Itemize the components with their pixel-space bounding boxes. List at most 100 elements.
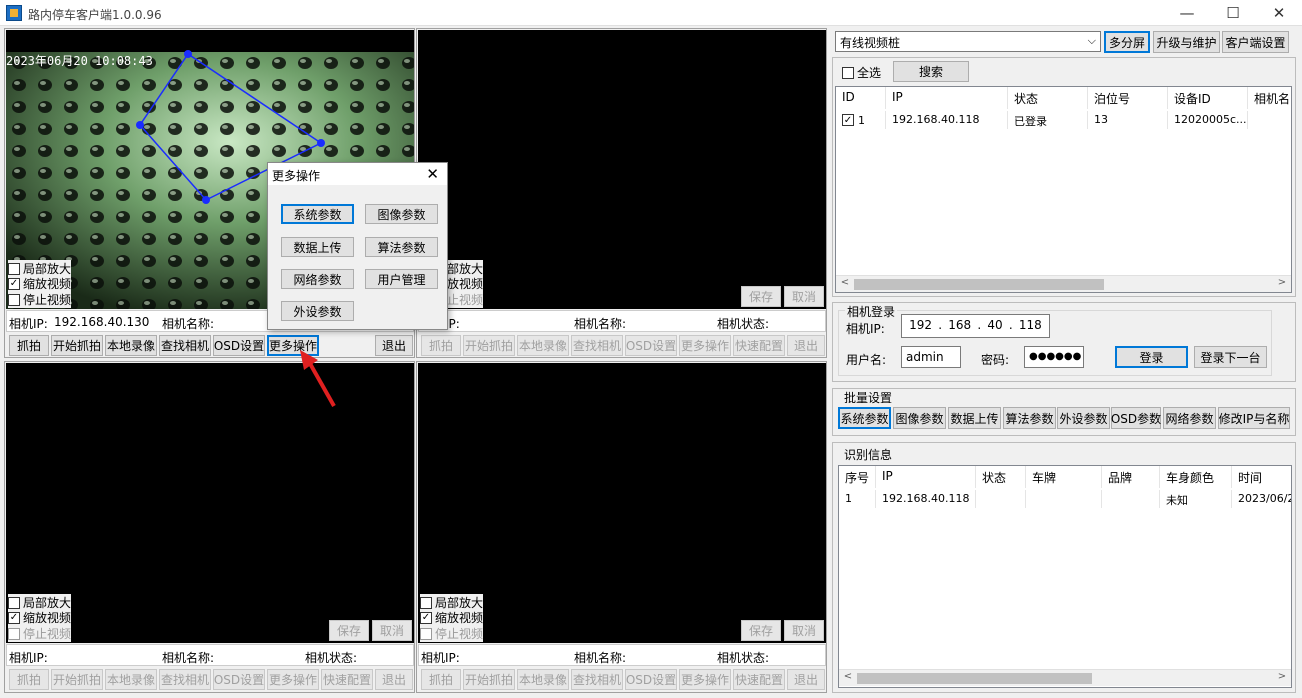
column-header[interactable]: 车牌 xyxy=(1026,466,1102,488)
scroll-left-icon[interactable]: < xyxy=(838,277,852,291)
exit-button-3[interactable]: 退出 xyxy=(375,669,413,690)
recog-group-title: 识别信息 xyxy=(842,446,895,463)
upgrade-button[interactable]: 升级与维护 xyxy=(1153,31,1220,53)
peripheral-params-button[interactable]: 外设参数 xyxy=(281,301,354,321)
multiscreen-button[interactable]: 多分屏 xyxy=(1104,31,1150,53)
username-input[interactable]: admin xyxy=(901,346,961,368)
video-pane-4: 局部放大 ✓ 缩放视频 停止视频 保存 取消 相机IP: 相机名称: 相机状态: … xyxy=(416,361,827,693)
scale-checkbox-1[interactable]: ✓ 缩放视频 xyxy=(8,275,72,292)
device-table: ID IP 状态 泊位号 设备ID 相机名 ✓ 1 192.168.40.118 … xyxy=(835,86,1292,293)
save-button-4[interactable]: 保存 xyxy=(741,620,781,641)
data-upload-button[interactable]: 数据上传 xyxy=(281,237,354,257)
column-header[interactable]: 状态 xyxy=(976,466,1026,488)
camera-name-label: 相机名称: xyxy=(162,651,215,665)
more-ops-button-3[interactable]: 更多操作 xyxy=(267,669,319,690)
stop-checkbox-3[interactable]: 停止视频 xyxy=(8,625,72,642)
batch-modify-ip-name-button[interactable]: 修改IP与名称 xyxy=(1218,407,1290,429)
local-record-button-1[interactable]: 本地录像 xyxy=(105,335,157,356)
quick-config-button-4[interactable]: 快速配置 xyxy=(733,669,785,690)
column-header[interactable]: 相机名 xyxy=(1248,87,1291,109)
maximize-button[interactable]: ☐ xyxy=(1210,0,1256,26)
algo-params-button[interactable]: 算法参数 xyxy=(365,237,438,257)
horizontal-scrollbar[interactable]: < > xyxy=(839,669,1291,686)
scale-checkbox-4[interactable]: ✓ 缩放视频 xyxy=(420,609,484,626)
find-camera-button-3[interactable]: 查找相机 xyxy=(159,669,211,690)
cancel-button-3[interactable]: 取消 xyxy=(372,620,412,641)
column-header[interactable]: 设备ID xyxy=(1168,87,1248,109)
capture-button-3[interactable]: 抓拍 xyxy=(9,669,49,690)
column-header[interactable]: ID xyxy=(836,87,886,109)
client-settings-button[interactable]: 客户端设置 xyxy=(1222,31,1289,53)
osd-settings-button-3[interactable]: OSD设置 xyxy=(213,669,265,690)
save-button-3[interactable]: 保存 xyxy=(329,620,369,641)
batch-network-params-button[interactable]: 网络参数 xyxy=(1163,407,1216,429)
column-header[interactable]: 序号 xyxy=(839,466,876,488)
stop-checkbox-1[interactable]: 停止视频 xyxy=(8,291,72,308)
image-params-button[interactable]: 图像参数 xyxy=(365,204,438,224)
close-button[interactable]: ✕ xyxy=(1256,0,1302,26)
exit-button-1[interactable]: 退出 xyxy=(375,335,413,356)
exit-button-2[interactable]: 退出 xyxy=(787,335,825,356)
start-capture-button-4[interactable]: 开始抓拍 xyxy=(463,669,515,690)
batch-image-params-button[interactable]: 图像参数 xyxy=(893,407,946,429)
minimize-button[interactable]: — xyxy=(1164,0,1210,26)
find-camera-button-4[interactable]: 查找相机 xyxy=(571,669,623,690)
scale-checkbox-3[interactable]: ✓ 缩放视频 xyxy=(8,609,72,626)
horizontal-scrollbar[interactable]: < > xyxy=(836,275,1291,292)
more-ops-button-2[interactable]: 更多操作 xyxy=(679,335,731,356)
search-button[interactable]: 搜索 xyxy=(893,61,969,82)
stop-checkbox-4[interactable]: 停止视频 xyxy=(420,625,484,642)
batch-peripheral-params-button[interactable]: 外设参数 xyxy=(1057,407,1110,429)
batch-data-upload-button[interactable]: 数据上传 xyxy=(948,407,1001,429)
start-capture-button-3[interactable]: 开始抓拍 xyxy=(51,669,103,690)
camera-info-bar-2: 相机IP: 相机名称: 相机状态: xyxy=(418,310,826,332)
cancel-button-4[interactable]: 取消 xyxy=(784,620,824,641)
column-header[interactable]: 状态 xyxy=(1008,87,1088,109)
login-group-title: 相机登录 xyxy=(845,303,898,320)
quick-config-button-3[interactable]: 快速配置 xyxy=(321,669,373,690)
column-header[interactable]: 车身颜色 xyxy=(1160,466,1232,488)
osd-settings-button-2[interactable]: OSD设置 xyxy=(625,335,677,356)
start-capture-button-1[interactable]: 开始抓拍 xyxy=(51,335,103,356)
system-params-button[interactable]: 系统参数 xyxy=(281,204,354,224)
cancel-button-2[interactable]: 取消 xyxy=(784,286,824,307)
save-button-2[interactable]: 保存 xyxy=(741,286,781,307)
login-button[interactable]: 登录 xyxy=(1115,346,1188,368)
scroll-left-icon[interactable]: < xyxy=(841,671,855,685)
find-camera-button-2[interactable]: 查找相机 xyxy=(571,335,623,356)
more-ops-button-4[interactable]: 更多操作 xyxy=(679,669,731,690)
dialog-close-icon[interactable]: ✕ xyxy=(426,165,439,183)
local-record-button-4[interactable]: 本地录像 xyxy=(517,669,569,690)
capture-button-4[interactable]: 抓拍 xyxy=(421,669,461,690)
scroll-thumb[interactable] xyxy=(854,279,1104,290)
scroll-right-icon[interactable]: > xyxy=(1275,671,1289,685)
login-next-button[interactable]: 登录下一台 xyxy=(1194,346,1267,368)
local-record-button-2[interactable]: 本地录像 xyxy=(517,335,569,356)
batch-osd-params-button[interactable]: OSD参数 xyxy=(1111,407,1161,429)
capture-button-1[interactable]: 抓拍 xyxy=(9,335,49,356)
network-params-button[interactable]: 网络参数 xyxy=(281,269,354,289)
find-camera-button-1[interactable]: 查找相机 xyxy=(159,335,211,356)
column-header[interactable]: 品牌 xyxy=(1102,466,1160,488)
device-type-select[interactable]: 有线视频桩 ⌵ xyxy=(835,31,1101,52)
capture-button-2[interactable]: 抓拍 xyxy=(421,335,461,356)
column-header[interactable]: IP xyxy=(876,466,976,488)
quick-config-button-2[interactable]: 快速配置 xyxy=(733,335,785,356)
local-record-button-3[interactable]: 本地录像 xyxy=(105,669,157,690)
exit-button-4[interactable]: 退出 xyxy=(787,669,825,690)
password-input[interactable]: ●●●●●● xyxy=(1024,346,1084,368)
user-mgmt-button[interactable]: 用户管理 xyxy=(365,269,438,289)
scroll-thumb[interactable] xyxy=(857,673,1092,684)
start-capture-button-2[interactable]: 开始抓拍 xyxy=(463,335,515,356)
column-header[interactable]: 泊位号 xyxy=(1088,87,1168,109)
osd-settings-button-1[interactable]: OSD设置 xyxy=(213,335,265,356)
check-icon[interactable]: ✓ xyxy=(842,114,854,126)
column-header[interactable]: IP xyxy=(886,87,1008,109)
batch-system-params-button[interactable]: 系统参数 xyxy=(838,407,891,429)
select-all-checkbox[interactable]: 全选 xyxy=(842,64,882,81)
column-header[interactable]: 时间 xyxy=(1232,466,1291,488)
scroll-right-icon[interactable]: > xyxy=(1275,277,1289,291)
ip-address-input[interactable]: 192. 168. 40. 118 xyxy=(901,314,1050,338)
osd-settings-button-4[interactable]: OSD设置 xyxy=(625,669,677,690)
batch-algo-params-button[interactable]: 算法参数 xyxy=(1003,407,1056,429)
